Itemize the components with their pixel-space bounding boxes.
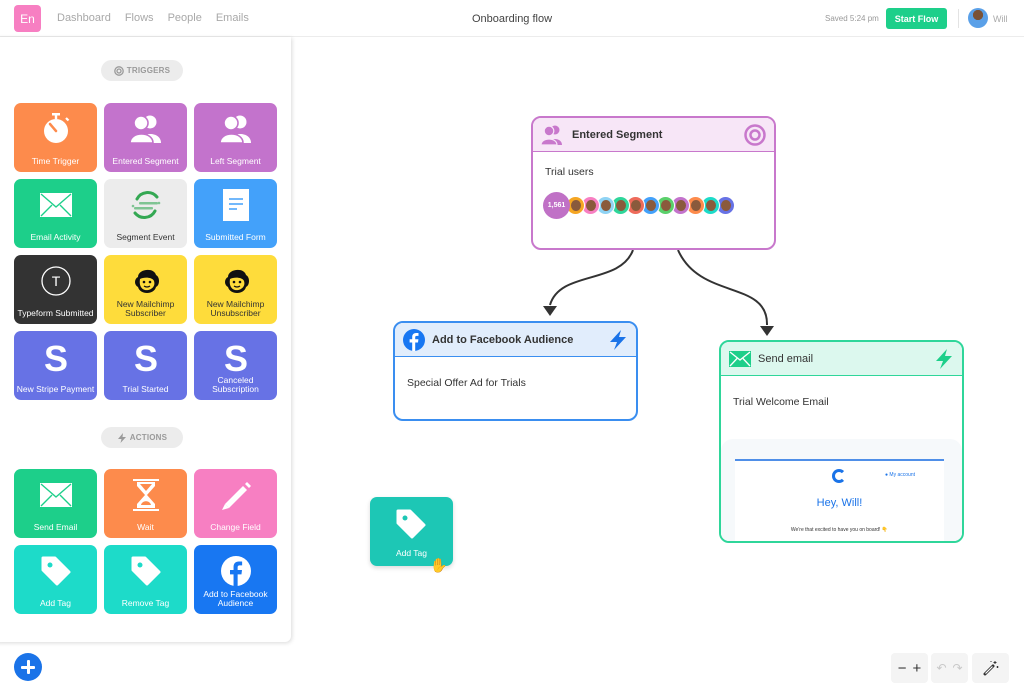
dragging-add-tag-tile[interactable]: Add Tag bbox=[370, 497, 453, 566]
zoom-out-button[interactable]: − bbox=[898, 660, 907, 677]
email-preview[interactable]: ● My account Hey, Will! We're that excit… bbox=[721, 439, 962, 541]
magic-wand-icon bbox=[983, 661, 998, 676]
node-body: Trial users 1,561 bbox=[533, 152, 774, 233]
lightning-icon bbox=[610, 330, 626, 350]
member-count: 1,561 bbox=[543, 192, 570, 219]
brand-logo-icon bbox=[832, 469, 846, 483]
audience-name: Special Offer Ad for Trials bbox=[407, 377, 526, 389]
email-name: Trial Welcome Email bbox=[733, 396, 829, 408]
auto-layout-button[interactable] bbox=[972, 653, 1009, 683]
connector-to-email bbox=[677, 249, 769, 326]
tile-label: Add Tag bbox=[395, 548, 428, 558]
envelope-icon bbox=[729, 350, 751, 367]
zoom-controls: − + bbox=[891, 653, 928, 683]
arrow-head bbox=[543, 306, 557, 316]
entered-segment-node[interactable]: Entered Segment Trial users 1,561 bbox=[531, 116, 776, 250]
member-avatars: 1,561 bbox=[543, 192, 762, 219]
node-header: Send email bbox=[721, 342, 962, 376]
email-preview-content: ● My account Hey, Will! We're that excit… bbox=[735, 459, 944, 541]
my-account-link: ● My account bbox=[885, 472, 915, 478]
node-title: Send email bbox=[758, 352, 814, 365]
target-icon bbox=[744, 124, 766, 146]
history-controls: ↶ ↷ bbox=[931, 653, 968, 683]
node-header: Add to Facebook Audience bbox=[395, 323, 636, 357]
segment-name: Trial users bbox=[545, 166, 594, 178]
facebook-icon bbox=[403, 328, 425, 351]
node-title: Entered Segment bbox=[572, 128, 663, 141]
node-body: Special Offer Ad for Trials bbox=[395, 357, 636, 403]
zoom-in-button[interactable]: + bbox=[913, 660, 922, 677]
node-body: Trial Welcome Email bbox=[721, 376, 962, 422]
undo-button[interactable]: ↶ bbox=[936, 661, 946, 675]
arrow-head bbox=[760, 326, 774, 336]
node-header: Entered Segment bbox=[533, 118, 774, 152]
lightning-icon bbox=[936, 349, 952, 369]
facebook-audience-node[interactable]: Add to Facebook Audience Special Offer A… bbox=[393, 321, 638, 421]
email-greeting: Hey, Will! bbox=[816, 497, 863, 509]
tag-icon bbox=[396, 509, 426, 539]
send-email-node[interactable]: Send email Trial Welcome Email ● My acco… bbox=[719, 340, 964, 543]
node-title: Add to Facebook Audience bbox=[432, 333, 574, 346]
email-subtext: We're that excited to have you on board!… bbox=[790, 527, 889, 533]
users-icon bbox=[541, 125, 562, 145]
grab-cursor-icon: ✋ bbox=[430, 557, 448, 573]
redo-button[interactable]: ↷ bbox=[953, 661, 963, 675]
connector-to-facebook bbox=[549, 249, 634, 306]
